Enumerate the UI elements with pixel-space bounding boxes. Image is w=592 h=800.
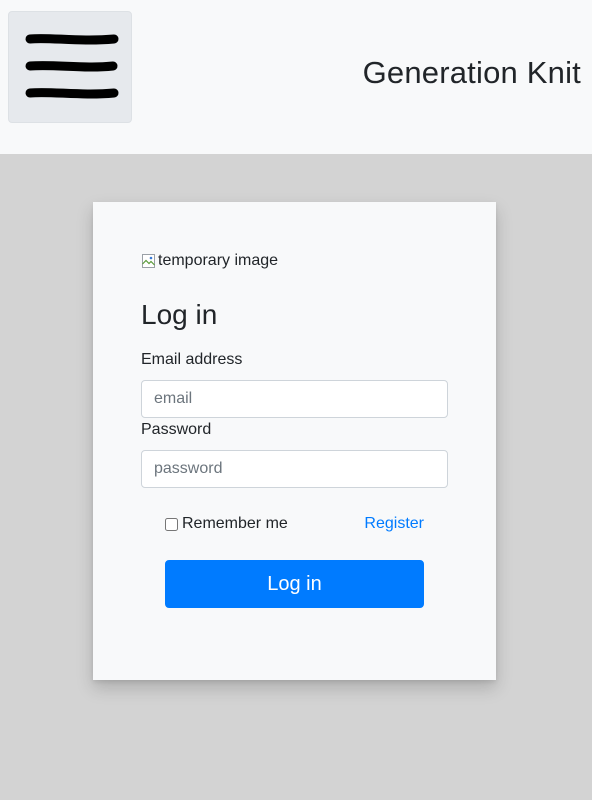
broken-image-icon xyxy=(142,254,155,268)
remember-me-row: Remember me xyxy=(165,515,288,533)
temporary-image-alt-text: temporary image xyxy=(158,252,279,269)
top-bar: Generation Knit xyxy=(0,0,592,154)
email-label: Email address xyxy=(141,351,243,368)
email-input[interactable] xyxy=(141,380,448,418)
login-card: temporary image Log in Email address Pas… xyxy=(93,202,496,680)
menu-button[interactable] xyxy=(8,11,132,123)
password-input[interactable] xyxy=(141,450,448,488)
hamburger-menu-icon xyxy=(25,34,119,99)
remember-me-checkbox[interactable] xyxy=(165,517,178,531)
register-link[interactable]: Register xyxy=(364,515,424,533)
password-label: Password xyxy=(141,421,212,438)
login-heading: Log in xyxy=(141,299,218,330)
app-title: Generation Knit xyxy=(362,55,581,90)
login-button[interactable]: Log in xyxy=(165,560,424,608)
temporary-image: temporary image xyxy=(141,252,278,270)
remember-me-label[interactable]: Remember me xyxy=(182,515,288,533)
